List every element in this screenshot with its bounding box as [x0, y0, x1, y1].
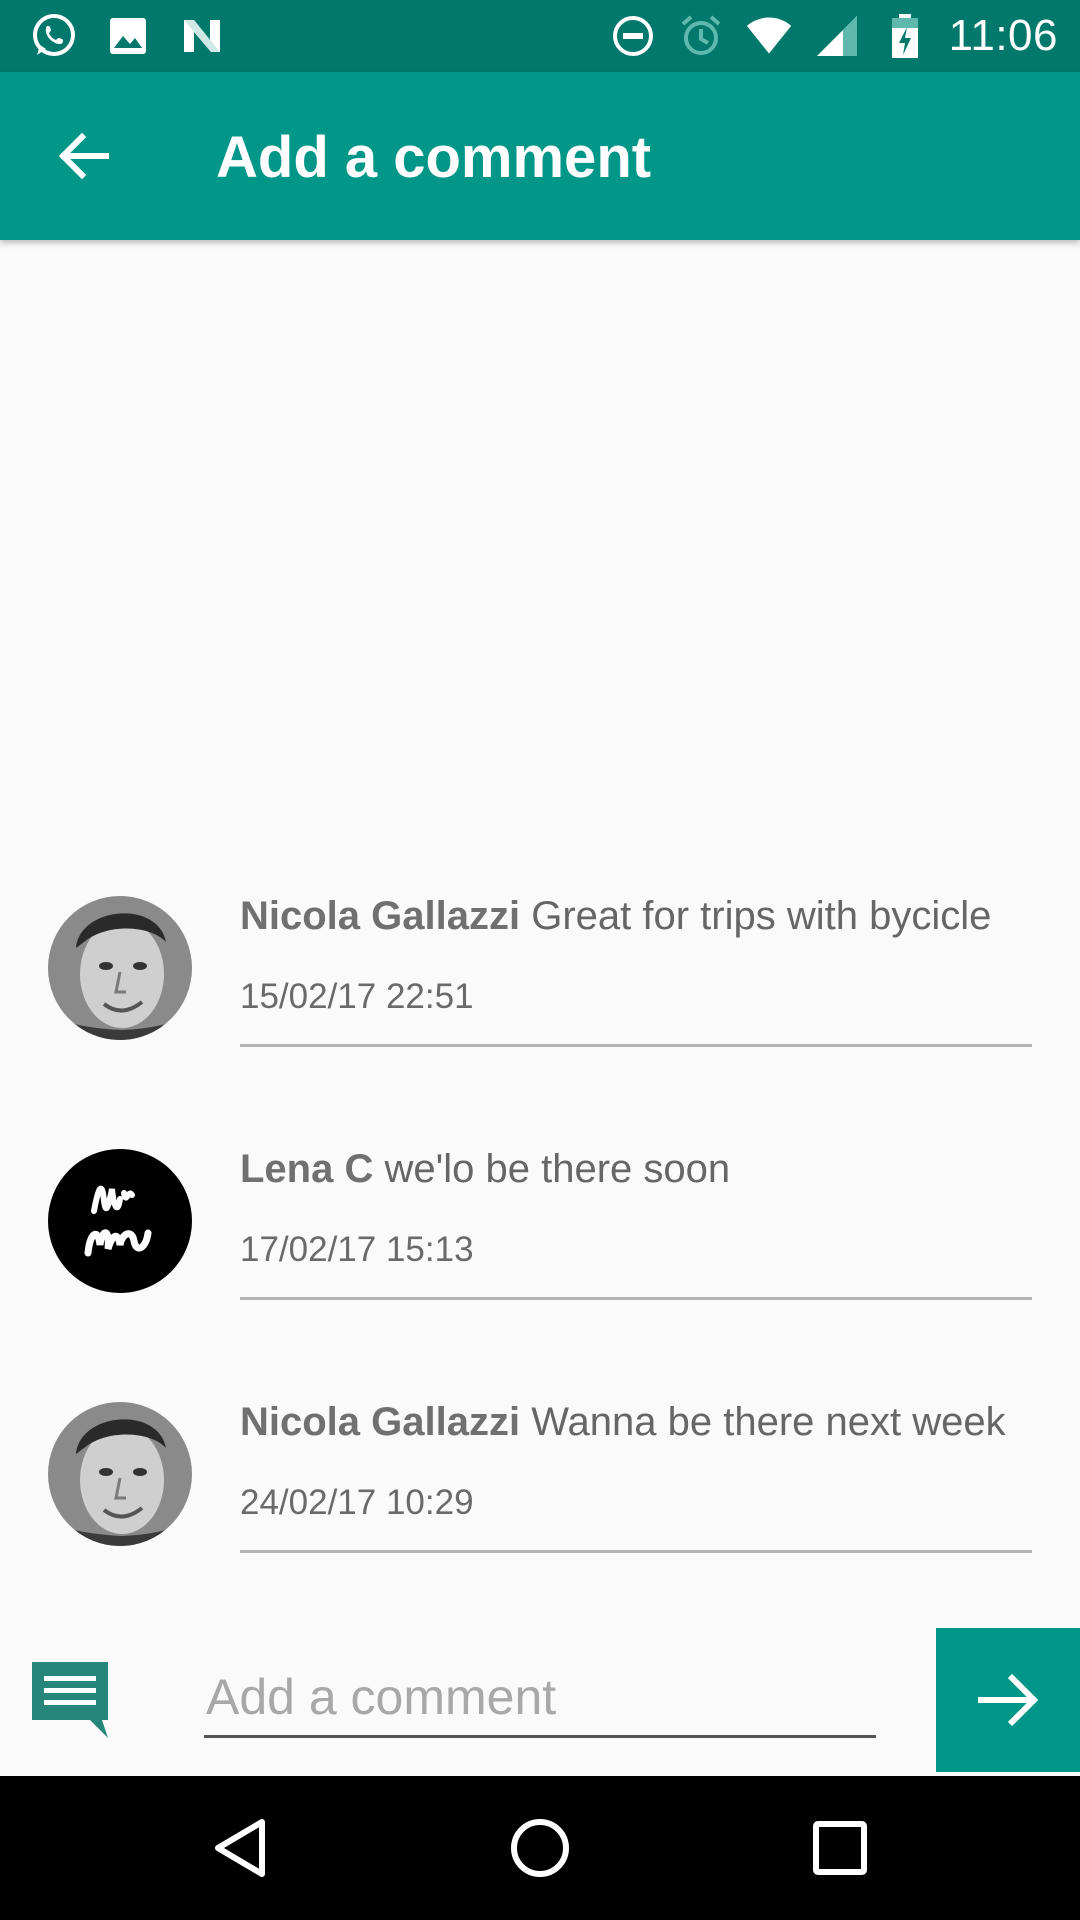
arrow-back-icon [58, 132, 109, 180]
image-icon [104, 12, 152, 60]
comment-timestamp: 24/02/17 10:29 [240, 1483, 474, 1522]
comment-author: Nicola Gallazzi [240, 1400, 521, 1444]
alarm-icon [677, 12, 725, 60]
comment-input[interactable] [204, 1658, 876, 1738]
comment-item: Lena C we'lo be there soon 17/02/17 15:1… [0, 1133, 1080, 1333]
nav-back-button[interactable] [196, 1804, 284, 1892]
comment-body: Nicola Gallazzi Wanna be there next week… [240, 1400, 1032, 1523]
battery-icon [881, 12, 929, 60]
back-button[interactable] [40, 112, 128, 200]
comment-author: Lena C [240, 1147, 374, 1191]
comment-text: Nicola Gallazzi Great for trips with byc… [240, 894, 1032, 939]
nav-home-button[interactable] [496, 1804, 584, 1892]
do-not-disturb-icon [609, 12, 657, 60]
whatsapp-icon [30, 12, 78, 60]
comment-message: we'lo be there soon [384, 1147, 731, 1191]
comment-message: Great for trips with bycicle [531, 894, 992, 938]
signal-icon [813, 12, 861, 60]
comment-body: Lena C we'lo be there soon 17/02/17 15:1… [240, 1147, 1032, 1270]
home-circle-icon [511, 1819, 569, 1877]
n-icon [178, 12, 226, 60]
nav-recents-button[interactable] [796, 1804, 884, 1892]
screen: 11:06 Add a comment Nicola Gallazzi Grea… [0, 0, 1080, 1920]
comment-timestamp: 17/02/17 15:13 [240, 1230, 474, 1269]
comment-item: Nicola Gallazzi Great for trips with byc… [0, 880, 1080, 1080]
app-bar: Add a comment [0, 72, 1080, 240]
page-title: Add a comment [216, 125, 652, 190]
comment-body: Nicola Gallazzi Great for trips with byc… [240, 894, 1032, 1017]
comment-icon [28, 1658, 116, 1742]
status-system-icons: 11:06 [609, 0, 1058, 72]
comment-timestamp: 15/02/17 22:51 [240, 977, 474, 1016]
status-notifications [30, 12, 226, 60]
arrow-forward-icon [978, 1673, 1039, 1727]
wifi-icon [745, 12, 793, 60]
comment-divider [240, 1044, 1032, 1047]
comment-text: Nicola Gallazzi Wanna be there next week [240, 1400, 1032, 1445]
comment-input-bar [0, 1628, 1080, 1776]
comment-text: Lena C we'lo be there soon [240, 1147, 1032, 1192]
status-bar: 11:06 [0, 0, 1080, 72]
avatar[interactable] [48, 896, 192, 1040]
comment-author: Nicola Gallazzi [240, 894, 521, 938]
comment-message: Wanna be there next week [531, 1400, 1006, 1444]
comment-item: Nicola Gallazzi Wanna be there next week… [0, 1386, 1080, 1586]
recents-square-icon [813, 1821, 867, 1875]
comment-divider [240, 1550, 1032, 1553]
avatar[interactable] [48, 1149, 192, 1293]
navigation-bar [0, 1776, 1080, 1920]
status-time: 11:06 [948, 11, 1058, 60]
back-triangle-icon [215, 1819, 265, 1877]
send-button[interactable] [936, 1628, 1080, 1772]
comment-divider [240, 1297, 1032, 1300]
avatar[interactable] [48, 1402, 192, 1546]
